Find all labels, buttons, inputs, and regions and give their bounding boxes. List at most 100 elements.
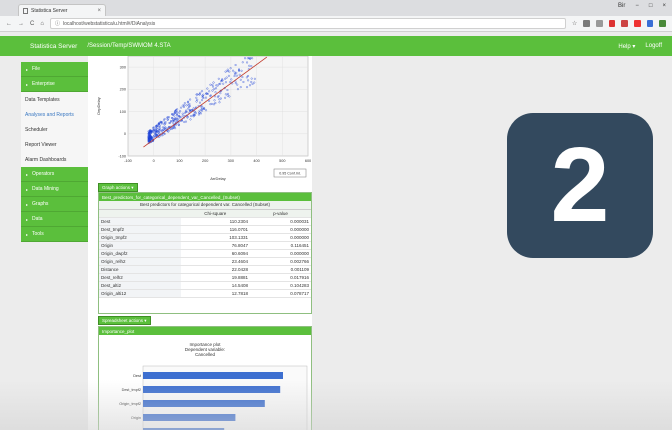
sidebar-item[interactable]: Scheduler bbox=[21, 122, 88, 137]
table-row[interactable]: Origin 76.8047 0.116451 bbox=[99, 241, 311, 250]
sidebar-item[interactable]: Alarm Dashboards bbox=[21, 152, 88, 167]
info-icon: ⓘ bbox=[54, 21, 60, 27]
extension-icon[interactable] bbox=[646, 20, 654, 27]
row-label: Dest_relh2 bbox=[99, 273, 181, 282]
sidebar-group-label: Operators bbox=[32, 171, 55, 177]
sidebar-item[interactable]: Data Templates bbox=[21, 92, 88, 107]
table-row[interactable]: Origin_alti12 12.7818 0.078717 bbox=[99, 289, 311, 298]
sidebar-group[interactable]: ▸ Data Mining bbox=[21, 182, 88, 197]
browser-tab[interactable]: Statistica Server × bbox=[18, 4, 106, 16]
predictors-table: Best predictors for categorical dependen… bbox=[99, 201, 311, 298]
extension-icon[interactable] bbox=[595, 20, 603, 27]
table-cell: 0.000000 bbox=[250, 225, 311, 234]
sidebar-group-label: File bbox=[32, 66, 41, 72]
table-cell: 103.1331 bbox=[180, 233, 251, 242]
extension-icon[interactable] bbox=[608, 20, 616, 27]
sidebar-item[interactable]: Analyses and Reports bbox=[21, 107, 88, 122]
row-label: Origin bbox=[99, 241, 181, 250]
back-icon[interactable]: ← bbox=[6, 21, 12, 27]
sidebar-group[interactable]: ▸ Graphs bbox=[21, 197, 88, 212]
importance-bar bbox=[143, 372, 283, 379]
table-cell: 19.8881 bbox=[180, 273, 251, 282]
forward-icon[interactable]: → bbox=[18, 21, 24, 27]
table-row[interactable]: Origin_tmpf2 103.1331 0.000000 bbox=[99, 233, 311, 242]
bookmark-star-icon[interactable]: ☆ bbox=[572, 20, 577, 27]
caret-right-icon: ▸ bbox=[26, 201, 29, 207]
table-row[interactable]: Origin_dwpf2 60.6094 0.000000 bbox=[99, 249, 311, 258]
predictors-panel: Best_predictors_for_categorical_dependen… bbox=[98, 192, 312, 314]
logoff-link[interactable]: Logoff bbox=[645, 43, 662, 49]
caret-right-icon: ▸ bbox=[26, 186, 29, 192]
predictors-panel-title: Best_predictors_for_categorical_dependen… bbox=[99, 193, 311, 201]
sidebar-item[interactable]: Report Viewer bbox=[21, 137, 88, 152]
sidebar-group-label: Data Mining bbox=[32, 186, 59, 192]
table-cell: 12.7818 bbox=[180, 289, 251, 298]
table-row[interactable]: Dest_relh2 19.8881 0.017916 bbox=[99, 273, 311, 282]
table-cell: 0.017916 bbox=[250, 273, 311, 282]
minimize-button[interactable]: − bbox=[635, 3, 639, 9]
graph-actions-button[interactable]: Graph actions ▾ bbox=[98, 183, 138, 192]
table-row[interactable]: Distance 22.0428 0.001109 bbox=[99, 265, 311, 274]
caret-right-icon: ▸ bbox=[26, 81, 29, 87]
y-tick-label: 200 bbox=[120, 88, 126, 92]
reload-icon[interactable]: C bbox=[30, 21, 34, 27]
url-text: localhost/webstatistica/u.html#/DiAnalys… bbox=[62, 20, 156, 27]
y-tick-label: 300 bbox=[120, 65, 126, 69]
table-cell: 0.002766 bbox=[250, 257, 311, 266]
row-label: Origin_alti12 bbox=[99, 289, 181, 298]
sidebar-group-label: Enterprise bbox=[32, 81, 55, 87]
caret-right-icon: ▸ bbox=[26, 231, 29, 237]
table-cell: 0.001109 bbox=[250, 265, 311, 274]
caret-right-icon: ▸ bbox=[26, 216, 29, 222]
importance-panel-title: Importance_plot bbox=[99, 327, 311, 335]
y-tick-label: 0 bbox=[124, 132, 126, 136]
y-axis-label: DepDelay bbox=[96, 97, 101, 115]
sidebar-group[interactable]: ▸ Operators bbox=[21, 167, 88, 182]
table-row[interactable]: Dest_alti2 14.5408 0.104283 bbox=[99, 281, 311, 290]
x-tick-label: 0 bbox=[153, 159, 155, 163]
importance-bar-label: Dest bbox=[133, 374, 142, 378]
table-cell: 0.104283 bbox=[250, 281, 311, 290]
column-header bbox=[99, 209, 181, 218]
bottom-fade bbox=[0, 380, 672, 430]
user-label[interactable]: Bir bbox=[618, 3, 625, 9]
step-number-badge: 2 bbox=[507, 113, 653, 258]
sidebar-group[interactable]: ▸ Enterprise bbox=[21, 77, 88, 92]
x-tick-label: 400 bbox=[253, 159, 259, 163]
y-tick-label: -100 bbox=[118, 154, 126, 158]
help-menu[interactable]: Help ▾ bbox=[618, 43, 635, 50]
row-label: Dest_tmpf2 bbox=[99, 225, 181, 234]
home-icon[interactable]: ⌂ bbox=[40, 21, 44, 27]
results-pane: -100 0 100 200 300 400 500 600 300 200 100 0 -100 De… bbox=[88, 56, 312, 430]
table-row[interactable]: Dest_tmpf2 116.0701 0.000000 bbox=[99, 225, 311, 234]
column-header: p-value bbox=[250, 209, 311, 218]
sidebar-group[interactable]: ▸ Tools bbox=[21, 227, 88, 242]
close-window-button[interactable]: × bbox=[662, 3, 666, 9]
table-row[interactable]: Dest 110.2304 0.000031 bbox=[99, 217, 311, 226]
row-label: Distance bbox=[99, 265, 181, 274]
table-cell: 22.0428 bbox=[180, 265, 251, 274]
address-bar: ← → C ⌂ ⓘ localhost/webstatistica/u.html… bbox=[0, 16, 672, 32]
row-label: Origin_tmpf2 bbox=[99, 233, 181, 242]
x-tick-label: 300 bbox=[228, 159, 234, 163]
column-header: Chi-square bbox=[180, 209, 251, 218]
maximize-button[interactable]: □ bbox=[649, 3, 653, 9]
spreadsheet-actions-button[interactable]: Spreadsheet actions ▾ bbox=[98, 316, 151, 325]
x-tick-label: 100 bbox=[176, 159, 182, 163]
sidebar-group[interactable]: ▸ File bbox=[21, 62, 88, 77]
window-controls: Bir − □ × bbox=[618, 3, 666, 9]
table-cell: 60.6094 bbox=[180, 249, 251, 258]
table-cell: 14.5408 bbox=[180, 281, 251, 290]
table-cell: 0.000000 bbox=[250, 249, 311, 258]
sidebar-group[interactable]: ▸ Data bbox=[21, 212, 88, 227]
tab-close-icon[interactable]: × bbox=[97, 8, 101, 14]
sidebar-group-label: Tools bbox=[32, 231, 44, 237]
extension-icon[interactable] bbox=[633, 20, 641, 27]
extension-icon[interactable] bbox=[583, 20, 590, 27]
sidebar-group-label: Data bbox=[32, 216, 43, 222]
extension-icon[interactable] bbox=[659, 20, 667, 27]
extension-icon[interactable] bbox=[621, 20, 628, 27]
table-row[interactable]: Origin_relh2 23.4604 0.002766 bbox=[99, 257, 311, 266]
url-input[interactable]: ⓘ localhost/webstatistica/u.html#/DiAnal… bbox=[49, 18, 566, 29]
table-caption: Best predictors for categorical dependen… bbox=[99, 201, 311, 210]
